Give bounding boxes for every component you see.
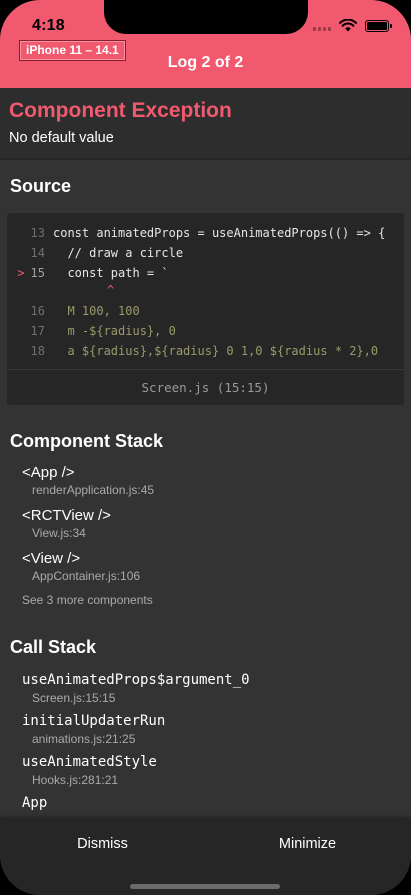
line-number: 16 [30,304,45,318]
component-name: <App /> [22,464,75,481]
line-number: 13 [30,226,45,240]
component-stack-list: <App /> renderApplication.js:45 <RCTView… [0,464,411,607]
component-stack-title: Component Stack [10,431,164,451]
call-stack-list: useAnimatedProps$argument_0 Screen.js:15… [0,672,411,811]
call-frame[interactable]: initialUpdaterRun animations.js:21:25 [22,713,411,746]
code-lines: 13 const animatedProps = useAnimatedProp… [7,213,404,369]
dismiss-button[interactable]: Dismiss [0,836,205,852]
signal-icon [313,21,331,31]
line-code: // draw a circle [53,246,184,260]
error-arrow-icon: > [17,266,25,280]
component-file: renderApplication.js:45 [32,483,155,497]
call-frame-file: Screen.js:15:15 [32,691,116,705]
device-notch [104,0,308,34]
wifi-icon [339,19,357,32]
component-item[interactable]: <App /> renderApplication.js:45 [22,464,411,497]
component-name: <View /> [22,550,81,567]
component-item[interactable]: <View /> AppContainer.js:106 [22,550,411,583]
log-footer: Dismiss Minimize [0,818,411,895]
log-header: 4:18 iPhone 11 – 14.1 Log 2 of 2 [0,0,411,88]
code-line: 14 // draw a circle [7,243,404,263]
component-item[interactable]: <RCTView /> View.js:34 [22,507,411,540]
battery-icon [365,19,392,32]
line-number: 14 [30,246,45,260]
call-stack-title: Call Stack [10,637,97,657]
home-indicator[interactable] [130,884,280,889]
see-more-components-link[interactable]: See 3 more components [22,593,411,607]
call-frame[interactable]: useAnimatedStyle Hooks.js:281:21 [22,754,411,787]
status-time: 4:18 [32,17,65,34]
line-code: a ${radius},${radius} 0 1,0 ${radius * 2… [53,344,379,358]
call-frame-function: useAnimatedStyle [22,754,157,770]
status-icons [313,19,392,32]
call-frame[interactable]: useAnimatedProps$argument_0 Screen.js:15… [22,672,411,705]
call-frame[interactable]: App [22,795,411,811]
exception-message: No default value [9,130,114,146]
call-frame-file: animations.js:21:25 [32,732,136,746]
exception-header: Component Exception No default value [0,88,411,160]
line-number: 17 [30,324,45,338]
line-number: 18 [30,344,45,358]
code-line: 16 M 100, 100 [7,301,404,321]
exception-title: Component Exception [9,99,232,122]
call-frame-function: initialUpdaterRun [22,713,166,729]
caret-marker: ^ [107,283,115,297]
error-caret: ^ [7,283,404,301]
source-title: Source [10,176,72,196]
code-line: 13 const animatedProps = useAnimatedProp… [7,223,404,243]
code-line: 17 m -${radius}, 0 [7,321,404,341]
code-file-link[interactable]: Screen.js (15:15) [7,369,404,405]
log-title: Log 2 of 2 [167,54,244,71]
line-code: const path = ` [53,266,169,280]
component-name: <RCTView /> [22,507,111,524]
code-line-error: >15 const path = ` [7,263,404,283]
call-frame-function: useAnimatedProps$argument_0 [22,672,250,688]
phone-screen: 4:18 iPhone 11 – 14.1 Log 2 of 2 Compone… [0,0,411,895]
code-frame[interactable]: 13 const animatedProps = useAnimatedProp… [7,213,404,405]
code-line: 18 a ${radius},${radius} 0 1,0 ${radius … [7,341,404,361]
call-frame-function: App [22,795,48,811]
line-code: M 100, 100 [53,304,140,318]
component-file: AppContainer.js:106 [32,569,141,583]
component-file: View.js:34 [32,526,86,540]
minimize-button[interactable]: Minimize [205,836,410,852]
line-code: m -${radius}, 0 [53,324,176,338]
call-frame-file: Hooks.js:281:21 [32,773,119,787]
log-scroll-area[interactable]: Component Exception No default value Sou… [0,88,411,818]
line-number: >15 [17,266,45,280]
line-code: const animatedProps = useAnimatedProps((… [53,226,386,240]
